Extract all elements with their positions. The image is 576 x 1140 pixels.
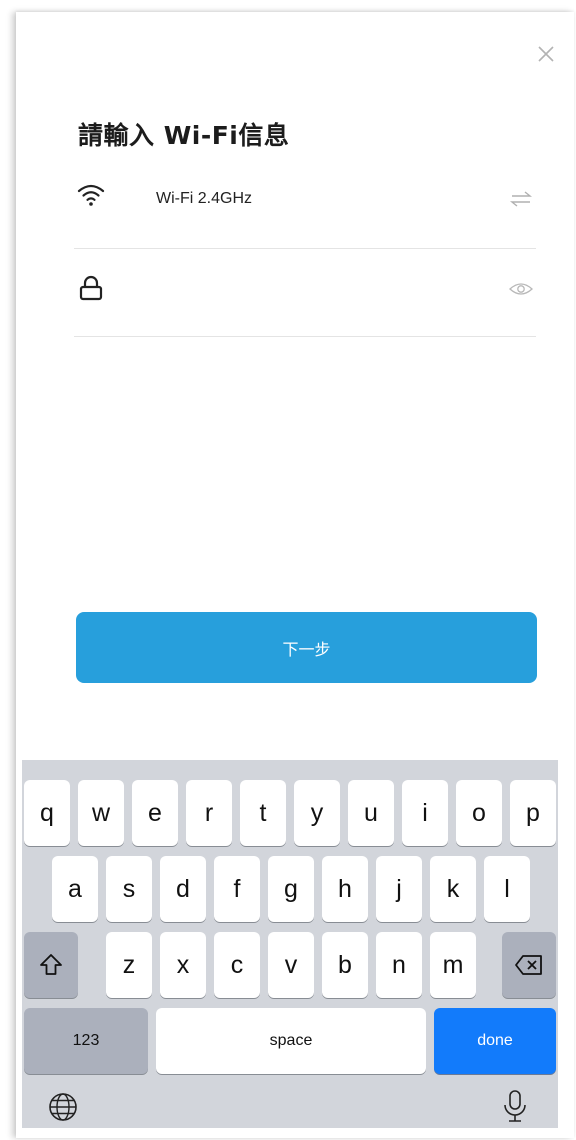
password-input[interactable]	[134, 274, 478, 312]
lock-icon	[79, 275, 103, 301]
numbers-key[interactable]: 123	[24, 1008, 148, 1074]
on-screen-keyboard: q w e r t y u i o p a s d f g h j k l z …	[22, 760, 558, 1128]
switch-network-icon[interactable]	[506, 184, 536, 214]
ssid-label: Wi-Fi 2.4GHz	[156, 190, 252, 207]
key-h[interactable]: h	[322, 856, 368, 922]
key-r[interactable]: r	[186, 780, 232, 846]
page-title: 請輸入 Wi-Fi信息	[78, 121, 290, 150]
done-key[interactable]: done	[434, 1008, 556, 1074]
globe-button[interactable]	[46, 1090, 80, 1124]
microphone-button[interactable]	[498, 1088, 532, 1124]
wifi-icon	[77, 184, 105, 206]
key-k[interactable]: k	[430, 856, 476, 922]
key-p[interactable]: p	[510, 780, 556, 846]
wifi-network-row[interactable]: Wi-Fi 2.4GHz	[74, 160, 536, 249]
key-b[interactable]: b	[322, 932, 368, 998]
key-f[interactable]: f	[214, 856, 260, 922]
key-o[interactable]: o	[456, 780, 502, 846]
eye-icon[interactable]	[506, 274, 536, 304]
key-g[interactable]: g	[268, 856, 314, 922]
key-x[interactable]: x	[160, 932, 206, 998]
globe-icon	[49, 1093, 77, 1121]
key-t[interactable]: t	[240, 780, 286, 846]
space-key[interactable]: space	[156, 1008, 426, 1074]
backspace-key[interactable]	[502, 932, 556, 998]
next-step-button[interactable]: 下一步	[76, 612, 537, 683]
key-n[interactable]: n	[376, 932, 422, 998]
key-y[interactable]: y	[294, 780, 340, 846]
key-i[interactable]: i	[402, 780, 448, 846]
key-m[interactable]: m	[430, 932, 476, 998]
close-button[interactable]	[532, 40, 560, 68]
key-d[interactable]: d	[160, 856, 206, 922]
key-z[interactable]: z	[106, 932, 152, 998]
key-a[interactable]: a	[52, 856, 98, 922]
key-q[interactable]: q	[24, 780, 70, 846]
key-e[interactable]: e	[132, 780, 178, 846]
key-w[interactable]: w	[78, 780, 124, 846]
microphone-icon	[504, 1090, 526, 1122]
key-v[interactable]: v	[268, 932, 314, 998]
shift-key[interactable]	[24, 932, 78, 998]
backspace-icon	[515, 955, 542, 975]
key-s[interactable]: s	[106, 856, 152, 922]
password-row	[74, 248, 536, 337]
key-l[interactable]: l	[484, 856, 530, 922]
key-c[interactable]: c	[214, 932, 260, 998]
key-j[interactable]: j	[376, 856, 422, 922]
shift-icon	[40, 954, 62, 975]
key-u[interactable]: u	[348, 780, 394, 846]
close-icon	[538, 46, 554, 62]
